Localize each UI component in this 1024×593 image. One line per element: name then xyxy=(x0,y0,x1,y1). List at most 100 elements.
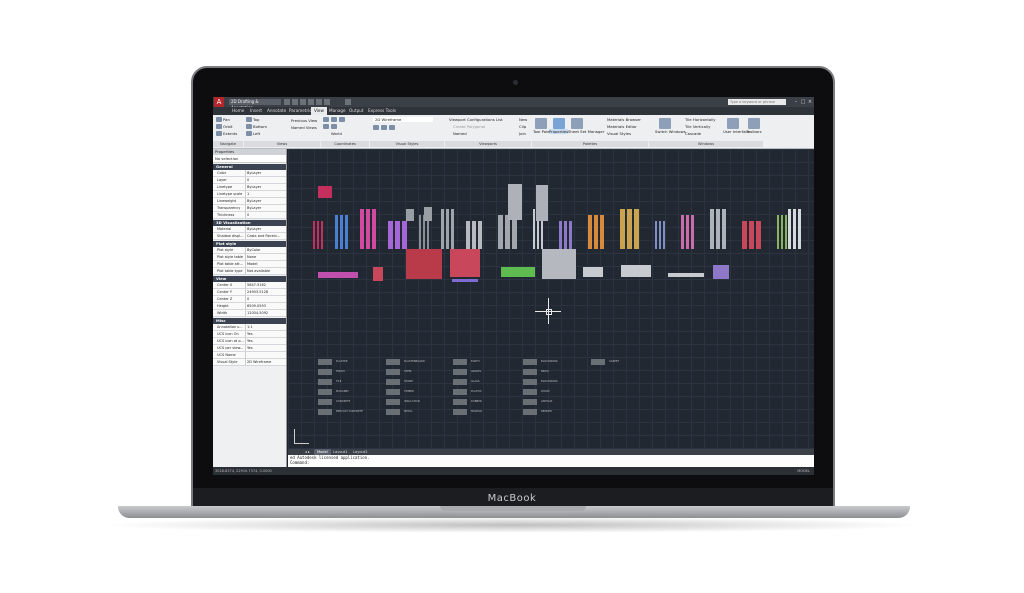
redo-icon[interactable] xyxy=(324,99,330,105)
property-value[interactable]: 0 xyxy=(245,212,286,218)
property-value[interactable]: 0 xyxy=(245,296,286,302)
app-logo-icon[interactable]: A xyxy=(214,97,224,107)
materials-browser-button[interactable]: Materials Browser xyxy=(607,117,641,122)
property-value[interactable]: 2D Wireframe xyxy=(245,359,286,365)
properties-button[interactable]: Properties xyxy=(549,129,569,134)
property-row[interactable]: Plot style table None xyxy=(213,254,286,261)
property-value[interactable]: 6509.0593 xyxy=(245,303,286,309)
property-value[interactable]: None xyxy=(245,254,286,260)
property-row[interactable]: UCS icon On Yes xyxy=(213,331,286,338)
property-row[interactable]: UCS icon at o... Yes xyxy=(213,338,286,345)
save-icon[interactable] xyxy=(300,99,306,105)
property-row[interactable]: UCS per view... Yes xyxy=(213,345,286,352)
maximize-icon[interactable]: □ xyxy=(800,99,806,105)
property-row[interactable]: Transparency ByLayer xyxy=(213,205,286,212)
property-row[interactable]: Plot table type Not available xyxy=(213,268,286,275)
extents-button[interactable]: Extents xyxy=(223,131,237,136)
visual-style-select[interactable]: 2D Wireframe xyxy=(373,117,433,122)
property-row[interactable]: Center X 5847.5162 xyxy=(213,282,286,289)
workspace-select[interactable]: 2D Drafting & Annotation xyxy=(229,99,281,110)
property-value[interactable]: ByLayer xyxy=(245,198,286,204)
tab-express-tools[interactable]: Express Tools xyxy=(365,107,399,115)
panel-viewports[interactable]: Viewports xyxy=(445,141,531,147)
property-row[interactable]: Shadow displ... Casts and Receiv... xyxy=(213,233,286,240)
property-value[interactable]: ByColor xyxy=(245,247,286,253)
property-value[interactable]: 1:1 xyxy=(245,324,286,330)
visual-styles-palette-button[interactable]: Visual Styles xyxy=(607,131,631,136)
share-icon[interactable] xyxy=(345,99,351,105)
property-row[interactable]: Plot table att... Model xyxy=(213,261,286,268)
property-row[interactable]: Linetype scale 1 xyxy=(213,191,286,198)
new-viewport-button[interactable]: New xyxy=(519,117,527,122)
property-row[interactable]: Material ByLayer xyxy=(213,226,286,233)
property-value[interactable]: ByLayer xyxy=(245,205,286,211)
property-row[interactable]: Lineweight ByLayer xyxy=(213,198,286,205)
tab-output[interactable]: Output xyxy=(346,107,367,115)
command-prompt[interactable]: Command: xyxy=(288,460,814,465)
model-space-indicator[interactable]: MODEL xyxy=(797,467,810,475)
create-polygonal-button[interactable]: Create Polygonal xyxy=(453,124,485,129)
plot-icon[interactable] xyxy=(308,99,314,105)
viewport-configurations-select[interactable]: Viewport Configurations List xyxy=(449,117,503,122)
property-value[interactable]: ByLayer xyxy=(245,184,286,190)
property-row[interactable]: Plot style ByColor xyxy=(213,247,286,254)
open-icon[interactable] xyxy=(292,99,298,105)
edge-style-icon[interactable] xyxy=(373,125,379,130)
property-value[interactable]: Yes xyxy=(245,338,286,344)
ucs-x-icon[interactable] xyxy=(339,117,345,122)
panel-views[interactable]: Views xyxy=(244,141,320,147)
property-value[interactable]: 0 xyxy=(245,177,286,183)
tab-home[interactable]: Home xyxy=(229,107,247,115)
property-value[interactable]: 24903.5128 xyxy=(245,289,286,295)
property-value[interactable]: ByLayer xyxy=(245,226,286,232)
property-row[interactable]: Layer 0 xyxy=(213,177,286,184)
tile-horizontally-button[interactable]: Tile Horizontally xyxy=(685,117,716,122)
property-row[interactable]: Color ByLayer xyxy=(213,170,286,177)
clip-button[interactable]: Clip xyxy=(519,124,526,129)
world-select[interactable]: World xyxy=(331,131,342,136)
tab-view[interactable]: View xyxy=(311,107,327,115)
panel-navigate[interactable]: Navigate xyxy=(213,141,243,147)
left-view-button[interactable]: Left xyxy=(253,131,260,136)
ucs-y-icon[interactable] xyxy=(323,124,329,129)
bottom-view-button[interactable]: Bottom xyxy=(253,124,267,129)
named-views-button[interactable]: Named Views xyxy=(291,125,317,130)
property-row[interactable]: UCS Name xyxy=(213,352,286,359)
materials-editor-button[interactable]: Materials Editor xyxy=(607,124,637,129)
property-row[interactable]: Linetype ByLayer xyxy=(213,184,286,191)
property-value[interactable]: 12004.5092 xyxy=(245,310,286,316)
drawing-area[interactable]: PLASTER FINISH TILE MASONRY CONCRETE PRECAST … xyxy=(288,149,814,449)
top-view-button[interactable]: Top xyxy=(253,117,259,122)
undo-icon[interactable] xyxy=(316,99,322,105)
property-row[interactable]: Center Z 0 xyxy=(213,296,286,303)
property-value[interactable] xyxy=(245,352,286,358)
property-value[interactable]: ByLayer xyxy=(245,170,286,176)
selection-select[interactable]: No selection xyxy=(213,155,286,163)
property-row[interactable]: Center Y 24903.5128 xyxy=(213,289,286,296)
lighting-icon[interactable] xyxy=(381,125,387,130)
panel-coordinates[interactable]: Coordinates xyxy=(321,141,369,147)
sheet-set-manager-button[interactable]: Sheet Set Manager xyxy=(568,129,604,134)
pan-button[interactable]: Pan xyxy=(223,117,230,122)
property-row[interactable]: Height 6509.0593 xyxy=(213,303,286,310)
orbit-button[interactable]: Orbit xyxy=(223,124,233,129)
close-icon[interactable]: × xyxy=(807,99,813,105)
switch-windows-button[interactable]: Switch Windows xyxy=(655,129,686,134)
ucs-z-icon[interactable] xyxy=(331,124,337,129)
new-icon[interactable] xyxy=(284,99,290,105)
property-row[interactable]: Width 12004.5092 xyxy=(213,310,286,317)
minimize-icon[interactable]: – xyxy=(793,99,799,105)
property-value[interactable]: Not available xyxy=(245,268,286,274)
property-row[interactable]: Thickness 0 xyxy=(213,212,286,219)
property-value[interactable]: 1 xyxy=(245,191,286,197)
search-input[interactable]: Type a keyword or phrase xyxy=(728,99,786,105)
panel-windows[interactable]: Windows xyxy=(649,141,763,147)
property-value[interactable]: Yes xyxy=(245,345,286,351)
property-value[interactable]: Yes xyxy=(245,331,286,337)
property-value[interactable]: 5847.5162 xyxy=(245,282,286,288)
panel-visual-styles[interactable]: Visual Styles xyxy=(370,141,444,147)
ucs-icon[interactable] xyxy=(323,117,329,122)
property-value[interactable]: Casts and Receiv... xyxy=(245,233,286,239)
cascade-button[interactable]: Cascade xyxy=(685,131,701,136)
property-row[interactable]: Visual Style 2D Wireframe xyxy=(213,359,286,366)
